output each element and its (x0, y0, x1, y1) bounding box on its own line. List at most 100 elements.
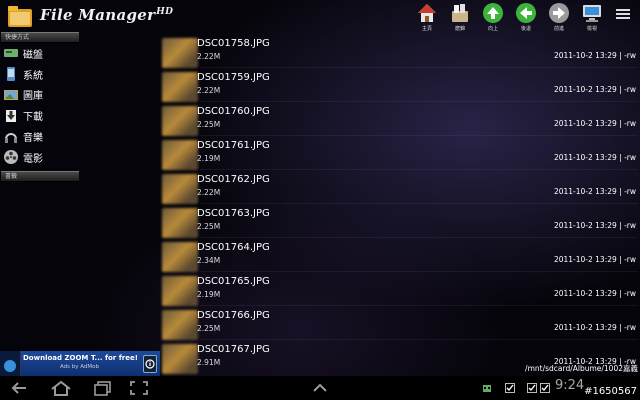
file-row[interactable]: DSC01760.JPG 2.25M 2011-10-2 13:29 | -rw (160, 102, 638, 136)
view-button-label: 檢視 (586, 26, 597, 32)
screenshot-nav-icon[interactable] (126, 378, 152, 398)
image-thumbnail (162, 174, 198, 204)
sidebar-item-label: 下載 (23, 112, 43, 124)
sidebar-item-movie[interactable]: 電影 (0, 147, 80, 168)
forward-button-label: 前進 (553, 26, 564, 32)
sidebar-item-download[interactable]: 下載 (0, 105, 80, 126)
file-row[interactable]: DSC01759.JPG 2.22M 2011-10-2 13:29 | -rw (160, 68, 638, 102)
file-name: DSC01766.JPG (197, 310, 270, 321)
current-path: /mnt/sdcard/Albume/1002嘉義 (525, 364, 638, 373)
file-modified: 2011-10-2 13:29 (553, 221, 617, 230)
file-row[interactable]: DSC01758.JPG 2.22M 2011-10-2 13:29 | -rw (160, 34, 638, 68)
sidebar-item-label: 系統 (23, 70, 43, 82)
sidebar-item-music[interactable]: 音樂 (0, 126, 80, 147)
forward-arrow-icon (549, 3, 569, 23)
file-row[interactable]: DSC01764.JPG 2.34M 2011-10-2 13:29 | -rw (160, 238, 638, 272)
up-button-label: 向上 (487, 26, 498, 32)
file-size: 2.91M (197, 358, 221, 367)
file-size: 2.22M (197, 52, 221, 61)
phone-icon (7, 67, 15, 82)
back-arrow-icon (516, 3, 536, 23)
file-permission: -rw (624, 51, 636, 60)
toolbar: 主頁 磨錦 向上 後退 前進 檢視 (415, 0, 604, 32)
checkbox-notification-icon (505, 383, 515, 393)
watermark: #1650567 (584, 386, 637, 397)
file-modified: 2011-10-2 13:29 (553, 51, 617, 60)
file-meta: 2011-10-2 13:29 | -rw (553, 289, 636, 298)
app-header: File ManagerHD 主頁 磨錦 向上 後退 前進 檢視 (0, 0, 640, 36)
file-size: 2.25M (197, 120, 221, 129)
home-nav-icon[interactable] (48, 378, 74, 398)
folder-icon[interactable] (6, 3, 34, 29)
file-meta: 2011-10-2 13:29 | -rw (553, 323, 636, 332)
file-name: DSC01764.JPG (197, 242, 270, 253)
file-row[interactable]: DSC01763.JPG 2.25M 2011-10-2 13:29 | -rw (160, 204, 638, 238)
file-permission: -rw (624, 289, 636, 298)
file-row[interactable]: DSC01762.JPG 2.22M 2011-10-2 13:29 | -rw (160, 170, 638, 204)
image-thumbnail (162, 276, 198, 306)
up-arrow-icon (483, 3, 503, 23)
checkbox-notification-icon (527, 383, 537, 393)
file-permission: -rw (624, 119, 636, 128)
picture-icon (4, 89, 18, 100)
image-thumbnail (162, 106, 198, 136)
recent-apps-icon[interactable] (90, 378, 116, 398)
file-meta: 2011-10-2 13:29 | -rw (553, 221, 636, 230)
image-thumbnail (162, 38, 198, 68)
file-size: 2.25M (197, 324, 221, 333)
sidebar-item-gallery[interactable]: 圖庫 (0, 85, 80, 106)
back-nav-icon[interactable] (6, 378, 32, 398)
image-thumbnail (162, 140, 198, 170)
file-name: DSC01762.JPG (197, 174, 270, 185)
file-modified: 2011-10-2 13:29 (553, 255, 617, 264)
bookmark-basket-button[interactable]: 磨錦 (448, 0, 472, 32)
overflow-menu-icon[interactable] (616, 9, 630, 21)
sidebar-item-system[interactable]: 系統 (0, 64, 80, 85)
file-permission: -rw (624, 323, 636, 332)
file-meta: 2011-10-2 13:29 | -rw (553, 51, 636, 60)
file-row[interactable]: DSC01765.JPG 2.19M 2011-10-2 13:29 | -rw (160, 272, 638, 306)
file-size: 2.19M (197, 154, 221, 163)
file-permission: -rw (624, 255, 636, 264)
image-thumbnail (162, 242, 198, 272)
back-button[interactable]: 後退 (514, 0, 538, 32)
back-button-label: 後退 (520, 26, 531, 32)
up-button[interactable]: 向上 (481, 0, 505, 32)
ad-subtitle: Ads by AdMob (60, 364, 100, 370)
sidebar: 快捷方式 磁盤 系統 圖庫 下載 音樂 電影 書籤 (0, 32, 80, 182)
file-permission: -rw (624, 85, 636, 94)
film-reel-icon (4, 150, 18, 165)
file-meta: 2011-10-2 13:29 | -rw (553, 153, 636, 162)
bookmarks-header: 書籤 (1, 170, 79, 182)
sidebar-item-label: 電影 (23, 153, 43, 165)
file-permission: -rw (624, 153, 636, 162)
file-modified: 2011-10-2 13:29 (553, 289, 617, 298)
headphones-icon (5, 132, 17, 143)
status-clock[interactable]: 9:24 (555, 378, 584, 393)
map-pin-icon (4, 360, 16, 372)
disk-icon (4, 49, 18, 58)
view-button[interactable]: 檢視 (580, 0, 604, 32)
chevron-up-icon[interactable] (307, 378, 333, 398)
app-title-suffix: HD (156, 7, 174, 17)
ad-title: Download ZOOM T... for free! (23, 354, 138, 362)
file-meta: 2011-10-2 13:29 | -rw (553, 119, 636, 128)
forward-button[interactable]: 前進 (547, 0, 571, 32)
file-meta: 2011-10-2 13:29 | -rw (553, 187, 636, 196)
download-icon (6, 109, 16, 122)
file-permission: -rw (624, 187, 636, 196)
android-debug-icon (483, 385, 491, 392)
bookmark-basket-icon (452, 4, 468, 22)
file-modified: 2011-10-2 13:29 (553, 187, 617, 196)
file-permission: -rw (624, 221, 636, 230)
home-button[interactable]: 主頁 (415, 0, 439, 32)
file-name: DSC01758.JPG (197, 38, 270, 49)
file-modified: 2011-10-2 13:29 (553, 323, 617, 332)
file-row[interactable]: DSC01761.JPG 2.19M 2011-10-2 13:29 | -rw (160, 136, 638, 170)
sidebar-item-disk[interactable]: 磁盤 (0, 43, 80, 64)
file-name: DSC01765.JPG (197, 276, 270, 287)
ad-info-icon[interactable] (143, 355, 157, 373)
file-row[interactable]: DSC01766.JPG 2.25M 2011-10-2 13:29 | -rw (160, 306, 638, 340)
monitor-icon (583, 5, 601, 22)
ad-banner[interactable]: Download ZOOM T... for free! Ads by AdMo… (0, 351, 160, 376)
